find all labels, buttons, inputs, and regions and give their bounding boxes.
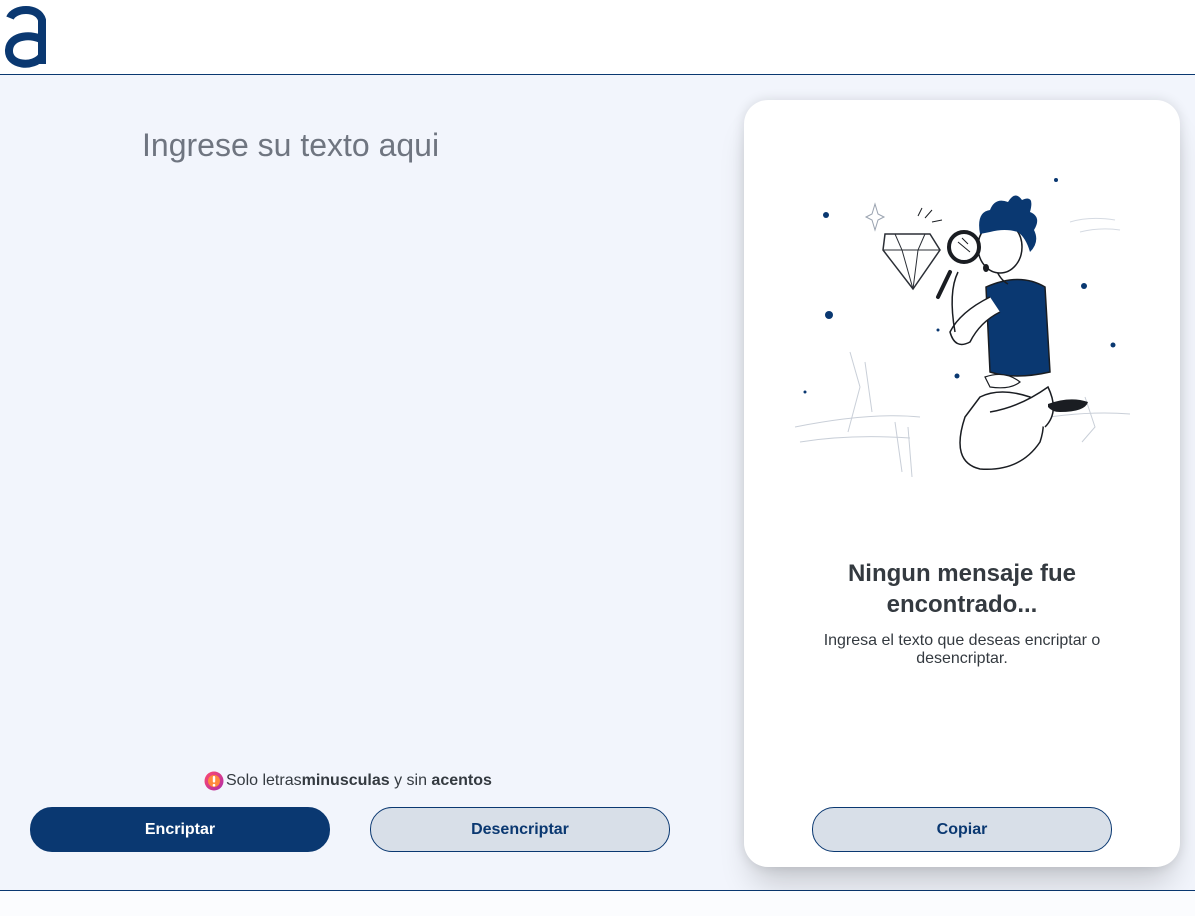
- copy-button[interactable]: Copiar: [812, 807, 1112, 852]
- alura-logo-icon[interactable]: [4, 4, 48, 68]
- footer: [0, 891, 1195, 916]
- person-with-magnifying-glass-illustration: [794, 178, 1131, 478]
- exclamation-badge-icon: [204, 771, 224, 791]
- main-area: Solo letras minusculas y sin acentos Enc…: [0, 75, 1195, 891]
- empty-state-text: Ingresa el texto que deseas encriptar o …: [823, 632, 1101, 667]
- empty-state-title: Ningun mensaje fue encontrado...: [847, 560, 1077, 618]
- warning-prefix: Solo letras: [226, 772, 302, 789]
- decrypt-button[interactable]: Desencriptar: [370, 807, 670, 852]
- encrypt-button[interactable]: Encriptar: [30, 807, 330, 852]
- warning-middle: y sin: [389, 772, 432, 789]
- warning-bold-lowercase: minusculas: [301, 772, 390, 789]
- header: [0, 0, 1195, 75]
- warning-bold-accents: acentos: [431, 772, 492, 789]
- text-input[interactable]: [142, 127, 682, 747]
- warning-message: Solo letras minusculas y sin acentos: [204, 770, 492, 792]
- output-panel: Ningun mensaje fue encontrado... Ingresa…: [744, 100, 1180, 867]
